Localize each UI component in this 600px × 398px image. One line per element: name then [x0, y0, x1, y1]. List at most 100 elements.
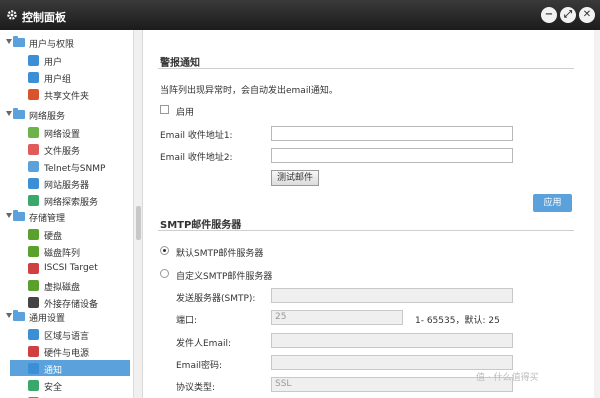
folder-icon — [13, 310, 25, 321]
sidebar-group-label: 存储管理 — [29, 214, 66, 224]
sidebar-item-label: ISCSI Target — [44, 263, 98, 273]
web-server-icon — [28, 178, 39, 189]
expand-arrow-icon[interactable] — [6, 111, 12, 116]
sidebar-item[interactable]: 安全 — [10, 377, 130, 393]
sidebar-group[interactable]: 存储管理 — [0, 208, 133, 224]
iscsi-icon — [28, 263, 39, 274]
sidebar-item[interactable]: 虚拟磁盘 — [10, 277, 130, 293]
shared-folder-icon — [28, 89, 39, 100]
sidebar-item-label: 网络设置 — [44, 130, 81, 140]
smtp-server-label: 发送服务器(SMTP): — [176, 294, 256, 304]
sidebar-item[interactable]: 通知 — [10, 360, 130, 376]
notification-icon — [28, 363, 39, 374]
folder-icon — [13, 210, 25, 221]
sidebar-scrollbar[interactable] — [134, 30, 143, 398]
title-bar: 控制面板 − ⤢ ✕ — [0, 0, 600, 30]
divider — [158, 230, 574, 231]
sidebar-item[interactable]: 网络设置 — [10, 124, 130, 140]
virtual-disk-icon — [28, 280, 39, 291]
expand-arrow-icon[interactable] — [6, 213, 12, 218]
security-icon — [28, 380, 39, 391]
sidebar-group-label: 网络服务 — [29, 112, 66, 122]
close-button[interactable]: ✕ — [579, 7, 595, 23]
expand-arrow-icon[interactable] — [6, 313, 12, 318]
sidebar-item-label: 通知 — [44, 366, 63, 376]
hard-disk-icon — [28, 229, 39, 240]
sidebar-group[interactable]: 用户与权限 — [0, 34, 133, 50]
sidebar-item-label: 硬盘 — [44, 232, 63, 242]
sidebar-group[interactable]: 通用设置 — [0, 308, 133, 324]
sidebar-item[interactable]: 磁盘阵列 — [10, 243, 130, 259]
sidebar-item-label: 硬件与电源 — [44, 349, 90, 359]
port-hint: 1- 65535，默认: 25 — [415, 316, 500, 326]
sidebar-item[interactable]: 共享文件夹 — [10, 86, 130, 102]
usb-storage-icon — [28, 297, 39, 308]
sidebar-item[interactable]: ISCSI Target — [10, 260, 130, 276]
sidebar-item-label: Telnet与SNMP — [44, 164, 106, 174]
sidebar-item-label: 网站服务器 — [44, 181, 90, 191]
gear-icon — [7, 10, 17, 20]
sidebar-item[interactable]: 硬盘 — [10, 226, 130, 242]
custom-smtp-label: 自定义SMTP邮件服务器 — [176, 272, 273, 282]
expand-arrow-icon[interactable] — [6, 39, 12, 44]
raid-icon — [28, 246, 39, 257]
maximize-button[interactable]: ⤢ — [560, 7, 576, 23]
minimize-icon: − — [544, 9, 554, 20]
sidebar-item-label: 文件服务 — [44, 147, 81, 157]
smtp-server-input[interactable] — [271, 288, 513, 303]
email1-input[interactable] — [271, 126, 513, 141]
sidebar-item[interactable]: 系统与更新 — [10, 394, 130, 398]
sidebar-item[interactable]: Telnet与SNMP — [10, 158, 130, 174]
enable-label: 启用 — [176, 108, 195, 118]
test-email-button[interactable]: 测试邮件 — [271, 170, 319, 186]
apply-button[interactable]: 应用 — [533, 194, 572, 212]
sidebar-item[interactable]: 网站服务器 — [10, 175, 130, 191]
control-panel-window: 控制面板 − ⤢ ✕ 用户与权限用户用户组共享文件夹网络服务网络设置文件服务 Te… — [0, 0, 600, 398]
email2-label: Email 收件地址2: — [160, 153, 233, 163]
port-input[interactable]: 25 — [271, 310, 403, 325]
email1-label: Email 收件地址1: — [160, 131, 233, 141]
sidebar-item[interactable]: 文件服务 — [10, 141, 130, 157]
default-smtp-radio[interactable] — [160, 246, 169, 255]
divider — [158, 68, 574, 69]
email-password-input[interactable] — [271, 355, 513, 370]
sidebar-item[interactable]: 硬件与电源 — [10, 343, 130, 359]
user-icon — [28, 55, 39, 66]
email-password-label: Email密码: — [176, 361, 223, 371]
email2-input[interactable] — [271, 148, 513, 163]
main-panel: 警报通知 当阵列出现异常时，会自动发出email通知。 启用 Email 收件地… — [144, 30, 600, 398]
sidebar-scroll-thumb[interactable] — [136, 206, 141, 240]
minimize-button[interactable]: − — [541, 7, 557, 23]
smtp-section-title: SMTP邮件服务器 — [160, 220, 242, 231]
telnet-icon — [28, 161, 39, 172]
main-scrollbar[interactable] — [594, 30, 600, 398]
globe-icon — [28, 127, 39, 138]
window-title: 控制面板 — [22, 11, 66, 24]
sidebar-item[interactable]: 网络探索服务 — [10, 192, 130, 208]
sidebar-item[interactable]: 区域与语言 — [10, 326, 130, 342]
users-icon — [28, 72, 39, 83]
sidebar-item-label: 共享文件夹 — [44, 92, 90, 102]
sidebar-item-label: 安全 — [44, 383, 63, 393]
maximize-icon: ⤢ — [564, 9, 572, 20]
region-icon — [28, 329, 39, 340]
sidebar-item-label: 磁盘阵列 — [44, 249, 81, 259]
close-icon: ✕ — [582, 9, 592, 20]
sidebar-item[interactable]: 用户组 — [10, 69, 130, 85]
folder-icon — [13, 36, 25, 47]
sidebar-group-label: 通用设置 — [29, 314, 66, 324]
custom-smtp-radio[interactable] — [160, 269, 169, 278]
port-label: 端口: — [176, 316, 198, 326]
sidebar-group[interactable]: 网络服务 — [0, 106, 133, 122]
sidebar-item-label: 用户 — [44, 58, 63, 68]
sidebar-item-label: 用户组 — [44, 75, 72, 85]
enable-checkbox[interactable] — [160, 105, 169, 114]
sender-email-input[interactable] — [271, 333, 513, 348]
alert-description: 当阵列出现异常时，会自动发出email通知。 — [160, 86, 338, 96]
power-icon — [28, 346, 39, 357]
sidebar-item[interactable]: 用户 — [10, 52, 130, 68]
sidebar-item-label: 区域与语言 — [44, 332, 90, 342]
folder-icon — [13, 108, 25, 119]
sender-email-label: 发件人Email: — [176, 339, 232, 349]
default-smtp-label: 默认SMTP邮件服务器 — [176, 249, 264, 259]
